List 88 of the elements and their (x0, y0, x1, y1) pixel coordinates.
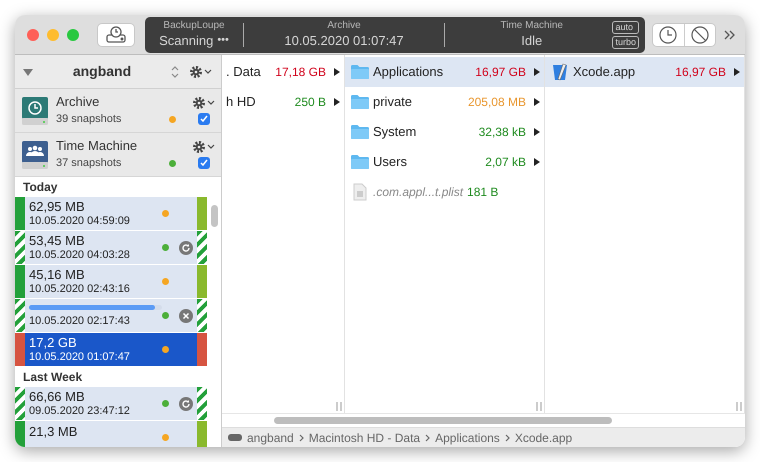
backup-status: Idle (521, 32, 542, 49)
file-name: .com.appl...t.plist (373, 184, 464, 201)
snapshot-count: 39 snapshots (56, 113, 122, 127)
file-size: 205,08 MB (468, 94, 526, 111)
snapshot-date: 10.05.2020 04:03:28 (29, 248, 131, 262)
file-name: Applications (373, 63, 444, 82)
snapshot-size: 17,2 GB (29, 334, 78, 351)
file-row[interactable]: System 32,38 kB (345, 117, 544, 147)
clock-icon (659, 26, 678, 44)
backup-name: Time Machine (500, 20, 563, 33)
folder-icon (350, 124, 370, 140)
file-size: 16,97 GB (475, 64, 526, 81)
disk-row[interactable]: Time Machine 37 snapshots (15, 133, 221, 177)
disk-name: Time Machine (56, 138, 138, 154)
column-resize-handle-icon[interactable] (336, 402, 342, 411)
hammer-app-icon (550, 62, 570, 82)
file-row[interactable]: private 205,08 MB (345, 87, 544, 117)
file-size: 17,18 GB (275, 64, 326, 81)
snapshot-count: 37 snapshots (56, 157, 122, 171)
disk-clock-icon (105, 26, 127, 44)
snapshot-size: 66,66 MB (29, 388, 86, 405)
chevron-icon (298, 434, 304, 442)
close-button[interactable] (27, 28, 39, 40)
snapshot-date: 10.05.2020 01:07:47 (29, 350, 131, 364)
column-resize-handle-icon[interactable] (536, 402, 542, 411)
gear-menu-icon[interactable] (189, 64, 213, 78)
file-row[interactable]: h HD 250 B (222, 87, 344, 117)
disk-name: Archive (56, 94, 100, 110)
disk-row[interactable]: Archive 39 snapshots (15, 89, 221, 133)
disk-clock-icon (21, 96, 49, 126)
disclosure-triangle-icon[interactable] (23, 66, 33, 76)
file-size: 250 B (294, 94, 326, 111)
path-item[interactable]: Applications (435, 428, 500, 446)
file-size: 32,38 kB (478, 124, 526, 141)
overflow-chevron-icon[interactable] (724, 30, 736, 40)
prohibited-icon (690, 26, 709, 44)
column-resize-handle-icon[interactable] (736, 402, 742, 411)
disk-people-icon (21, 140, 49, 170)
file-row[interactable]: Applications 16,97 GB (345, 57, 544, 87)
folder-icon (350, 154, 370, 170)
snapshot-date: 10.05.2020 02:17:43 (29, 314, 131, 328)
vertical-scrollbar[interactable] (210, 205, 218, 227)
refresh-icon[interactable] (179, 240, 193, 254)
activity-dots: ••• (217, 34, 229, 48)
file-size: 181 B (467, 184, 498, 201)
up-down-chevron-icon[interactable] (171, 66, 179, 78)
app-name: BackupLoupe (163, 20, 225, 33)
file-name: h HD (226, 93, 256, 112)
mode-badge[interactable]: auto (612, 20, 639, 34)
file-name: . Data (226, 63, 261, 82)
checkbox[interactable] (198, 113, 210, 125)
scan-status: Scanning (159, 32, 214, 49)
folder-icon (350, 94, 370, 110)
path-item[interactable]: Macintosh HD - Data (308, 428, 420, 446)
gear-menu-icon[interactable] (192, 96, 216, 110)
file-size: 2,07 kB (485, 154, 526, 171)
horizontal-scrollbar[interactable] (274, 417, 612, 424)
path-item[interactable]: angband (247, 428, 294, 446)
snapshot-date: 09.05.2020 23:47:12 (29, 404, 131, 418)
host-name: angband (72, 62, 132, 81)
file-row[interactable]: Users 2,07 kB (345, 147, 544, 177)
file-row[interactable]: Xcode.app 16,97 GB (545, 57, 744, 87)
file-name: Xcode.app (573, 63, 636, 82)
disk-clock-button[interactable] (97, 22, 135, 46)
file-name: private (373, 93, 412, 112)
file-row[interactable]: . Data 17,18 GB (222, 57, 344, 87)
snapshot-date: 10.05.2020 02:43:16 (29, 282, 131, 296)
snapshot-size: 21,3 MB (29, 424, 78, 440)
chevron-icon (425, 434, 430, 442)
gear-menu-icon[interactable] (192, 140, 216, 154)
document-icon (353, 183, 367, 201)
folder-icon (350, 64, 370, 80)
file-name: Users (373, 153, 407, 172)
file-name: System (373, 123, 416, 142)
path-item[interactable]: Xcode.app (514, 428, 572, 446)
backup-name: Archive (327, 20, 361, 33)
checkbox[interactable] (198, 157, 210, 169)
chevron-icon (504, 434, 510, 442)
mode-badge[interactable]: turbo (612, 36, 639, 48)
file-row[interactable]: .com.appl...t.plist 181 B (345, 177, 544, 207)
file-size: 16,97 GB (675, 64, 726, 81)
refresh-icon[interactable] (179, 396, 193, 410)
snapshot-size: 45,16 MB (29, 266, 86, 283)
snapshot-size: 62,95 MB (29, 198, 86, 215)
snapshot-size: 53,45 MB (29, 232, 86, 249)
cancel-icon[interactable] (179, 308, 193, 322)
snapshot-date: 10.05.2020 04:59:09 (29, 214, 131, 228)
backup-status: 10.05.2020 01:07:47 (284, 32, 404, 49)
